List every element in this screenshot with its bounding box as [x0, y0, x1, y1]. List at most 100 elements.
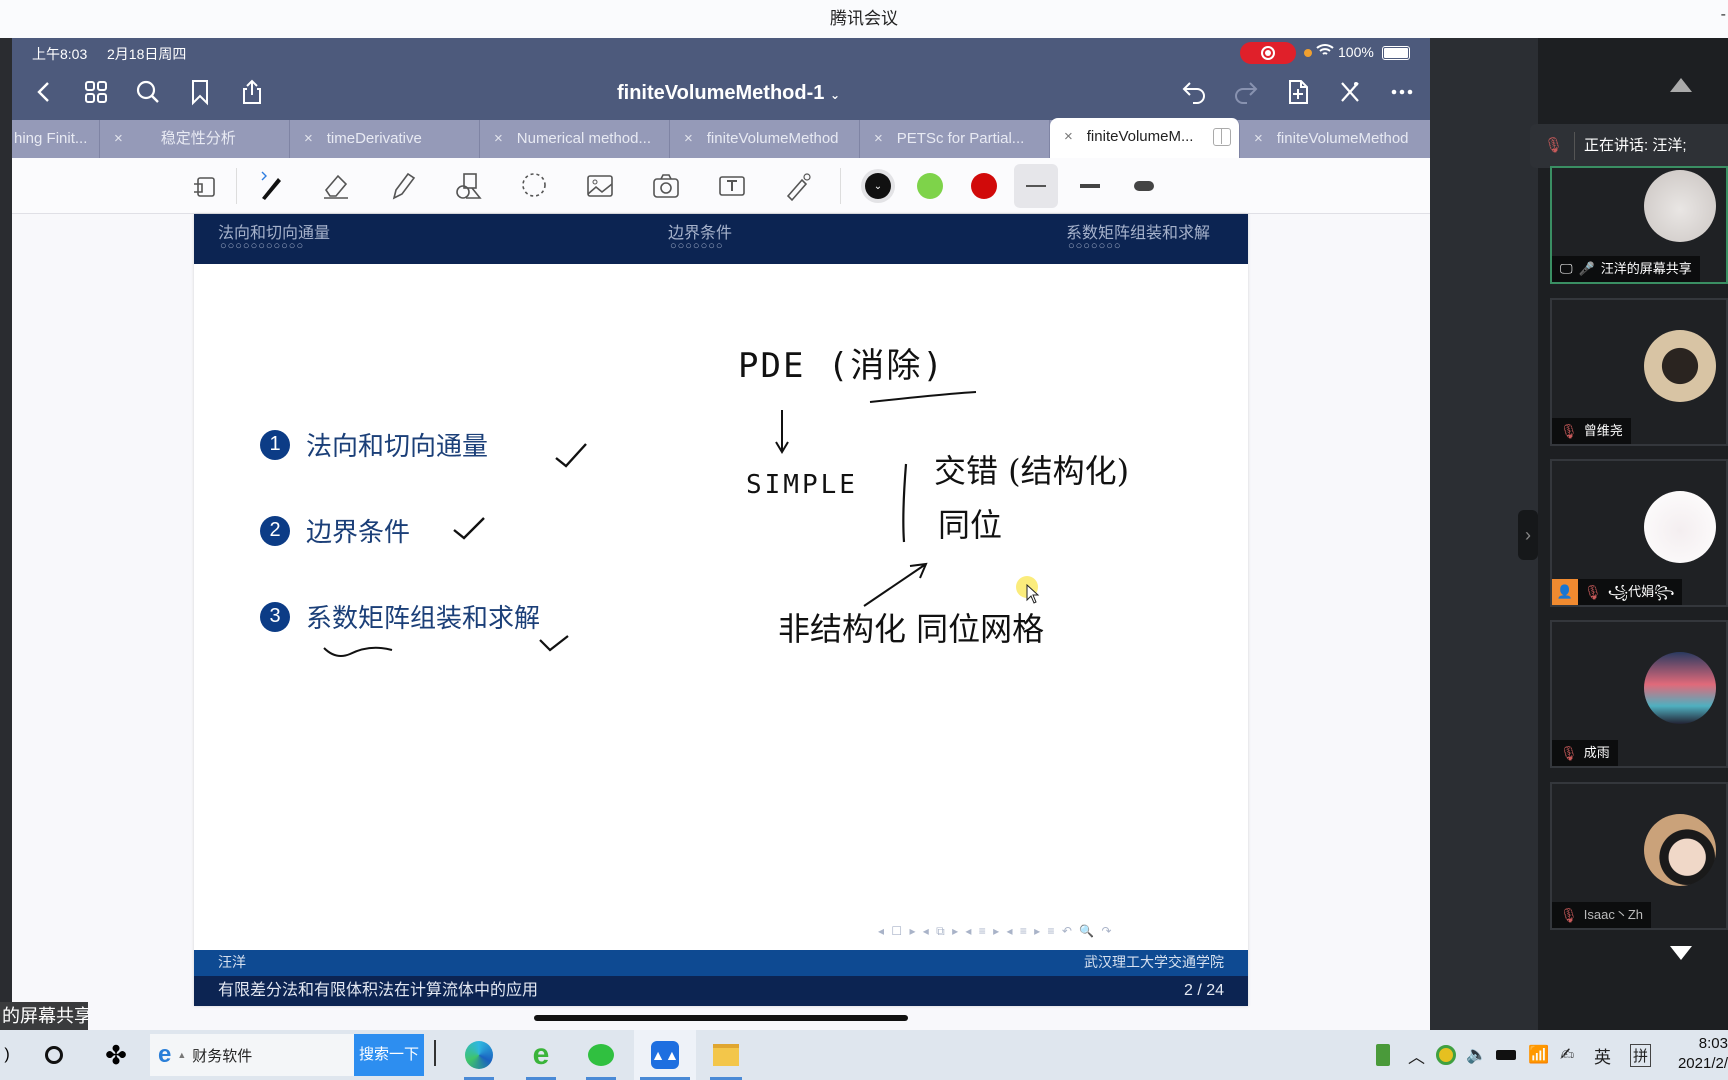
minimize-button[interactable]: - [1721, 6, 1726, 24]
participant-tile[interactable]: 🖵 🎤 汪洋的屏幕共享 [1550, 166, 1728, 284]
start-button[interactable]: ) [0, 1030, 14, 1080]
close-tab-icon[interactable]: × [1254, 130, 1263, 147]
color-green-swatch[interactable] [912, 168, 948, 204]
tab[interactable]: hing Finit... [12, 120, 100, 158]
mic-muted-icon: 🎙 [1584, 584, 1602, 600]
tab[interactable]: × PETSc for Partial... [860, 120, 1050, 158]
bookmark-button[interactable] [182, 74, 218, 110]
ime-language-toggle[interactable]: 英 [1594, 1030, 1611, 1080]
tab-active[interactable]: × finiteVolumeM... [1050, 118, 1240, 158]
pdf-slide[interactable]: 法向和切向通量 ○○○○○○○○○○○ 边界条件 ○○○○○○○ 系数矩阵组装和… [194, 214, 1248, 1006]
color-red-swatch[interactable] [966, 168, 1002, 204]
volume-icon[interactable]: 🔈 [1466, 1030, 1487, 1080]
speaking-indicator: 🎙 正在讲话: 汪洋; [1530, 124, 1728, 168]
close-tab-icon[interactable]: × [494, 130, 503, 147]
stroke-thin-button[interactable] [1014, 164, 1058, 208]
underline [869, 391, 977, 403]
down-arrow [775, 410, 789, 454]
annotation-toolbar: ⌄ [12, 158, 1430, 214]
pinwheel-app-icon[interactable]: ✤ [96, 1030, 136, 1080]
tab[interactable]: × 稳定性分析 [100, 120, 290, 158]
underline-squiggle [323, 646, 393, 657]
more-options-button[interactable] [1384, 74, 1420, 110]
usb-icon[interactable] [1376, 1030, 1390, 1080]
battery-percent: 100% [1338, 44, 1374, 60]
page-number: 2 / 24 [1183, 982, 1224, 999]
grid-view-button[interactable] [78, 74, 114, 110]
institute-name: 武汉理工大学交通学院 [1084, 955, 1224, 971]
wechat-icon[interactable] [580, 1030, 622, 1080]
left-edge [0, 38, 12, 1030]
scroll-up-icon[interactable] [1670, 78, 1692, 92]
lasso-tool-icon[interactable] [516, 168, 552, 204]
stroke-thick-button[interactable] [1126, 168, 1162, 204]
window-title: 腾讯会议 [0, 0, 1728, 38]
handwriting-text: SIMPLE [746, 470, 858, 500]
participant-tile[interactable]: 🎙 Isaac丶Zh [1550, 782, 1728, 930]
split-view-icon[interactable] [1213, 128, 1231, 146]
redo-button[interactable] [1228, 74, 1264, 110]
slide-footer-lower: 有限差分法和有限体积法在计算流体中的应用 2 / 24 [194, 976, 1248, 1006]
wifi-icon[interactable]: 📶 [1528, 1030, 1549, 1080]
eraser-tool-icon[interactable] [318, 168, 354, 204]
battery-charging-icon[interactable] [1496, 1030, 1516, 1080]
stroke-medium-button[interactable] [1072, 168, 1108, 204]
tab[interactable]: × timeDerivative [290, 120, 480, 158]
edge-browser-icon[interactable] [458, 1030, 500, 1080]
tab-label: 稳定性分析 [160, 130, 236, 147]
participant-tile[interactable]: 👤 🎙 ꧁代娟꧂ [1550, 459, 1728, 607]
share-button[interactable] [234, 74, 270, 110]
tab[interactable]: × finiteVolumeMethod [1240, 120, 1430, 158]
close-tab-icon[interactable]: × [1064, 128, 1073, 145]
text-tool-icon[interactable] [714, 168, 750, 204]
screen-share-label: 的屏幕共享 [0, 1002, 88, 1030]
close-tab-icon[interactable]: × [304, 130, 313, 147]
show-hidden-icons-chevron[interactable]: ︿ [1408, 1030, 1425, 1080]
browser-360-icon[interactable]: e [520, 1030, 562, 1080]
mic-in-use-dot [1304, 49, 1312, 57]
handwriting-text: PDE (消除) [738, 346, 945, 386]
search-button[interactable]: 搜索一下 [354, 1034, 424, 1076]
handwriting-text: 同位 [938, 506, 1003, 544]
security-app-icon[interactable] [1436, 1030, 1456, 1080]
color-black-swatch[interactable]: ⌄ [860, 168, 896, 204]
beamer-navigation-symbols[interactable]: ◂ ☐ ▸ ◂ ⧉ ▸ ◂ ≡ ▸ ◂ ≡ ▸ ≡ ↶ 🔍 ↷ [878, 924, 1114, 939]
document-title[interactable]: finiteVolumeMethod-1 ⌄ [617, 82, 840, 105]
close-tab-icon[interactable]: × [114, 130, 123, 147]
handwriting-text: 交错 (结构化) [934, 452, 1130, 490]
undo-button[interactable] [1176, 74, 1212, 110]
camera-tool-icon[interactable] [648, 168, 684, 204]
close-pen-button[interactable] [1332, 74, 1368, 110]
shapes-tool-icon[interactable] [450, 168, 486, 204]
close-tab-icon[interactable]: × [874, 130, 883, 147]
close-tab-icon[interactable]: × [684, 130, 693, 147]
taskbar-search-input[interactable]: e ▲ 财务软件 [150, 1034, 356, 1076]
pen-input-icon[interactable]: ✍ [1560, 1030, 1574, 1080]
tencent-meeting-icon[interactable]: ▲▲ [634, 1030, 696, 1080]
checkmark [555, 443, 587, 468]
highlighter-tool-icon[interactable] [384, 168, 420, 204]
presentation-title: 有限差分法和有限体积法在计算流体中的应用 [218, 982, 539, 999]
participant-tile[interactable]: 🎙 成雨 [1550, 620, 1728, 768]
pen-tool-icon[interactable] [252, 168, 288, 204]
ime-mode-toggle[interactable]: 拼 [1630, 1030, 1652, 1080]
up-arrow [863, 562, 928, 607]
avatar [1644, 814, 1716, 886]
laser-pointer-icon[interactable] [780, 168, 816, 204]
add-page-button[interactable] [1280, 74, 1316, 110]
participant-name: ꧁代娟꧂ [1607, 584, 1675, 599]
file-explorer-icon[interactable] [704, 1030, 748, 1080]
search-button[interactable] [130, 74, 166, 110]
back-button[interactable] [26, 74, 62, 110]
tab[interactable]: × finiteVolumeMethod [670, 120, 860, 158]
image-tool-icon[interactable] [582, 168, 618, 204]
scroll-down-icon[interactable] [1670, 946, 1692, 960]
participant-namebar: 🎙 曾维尧 [1552, 418, 1631, 444]
participant-tile[interactable]: 🎙 曾维尧 [1550, 298, 1728, 446]
system-clock[interactable]: 8:03 2021/2/ [1672, 1034, 1728, 1074]
participant-namebar: 🖵 🎤 汪洋的屏幕共享 [1552, 256, 1700, 282]
collapse-sidebar-button[interactable]: › [1518, 510, 1538, 560]
cortana-button[interactable] [36, 1030, 72, 1080]
read-mode-icon[interactable] [188, 168, 224, 204]
tab[interactable]: × Numerical method... [480, 120, 670, 158]
